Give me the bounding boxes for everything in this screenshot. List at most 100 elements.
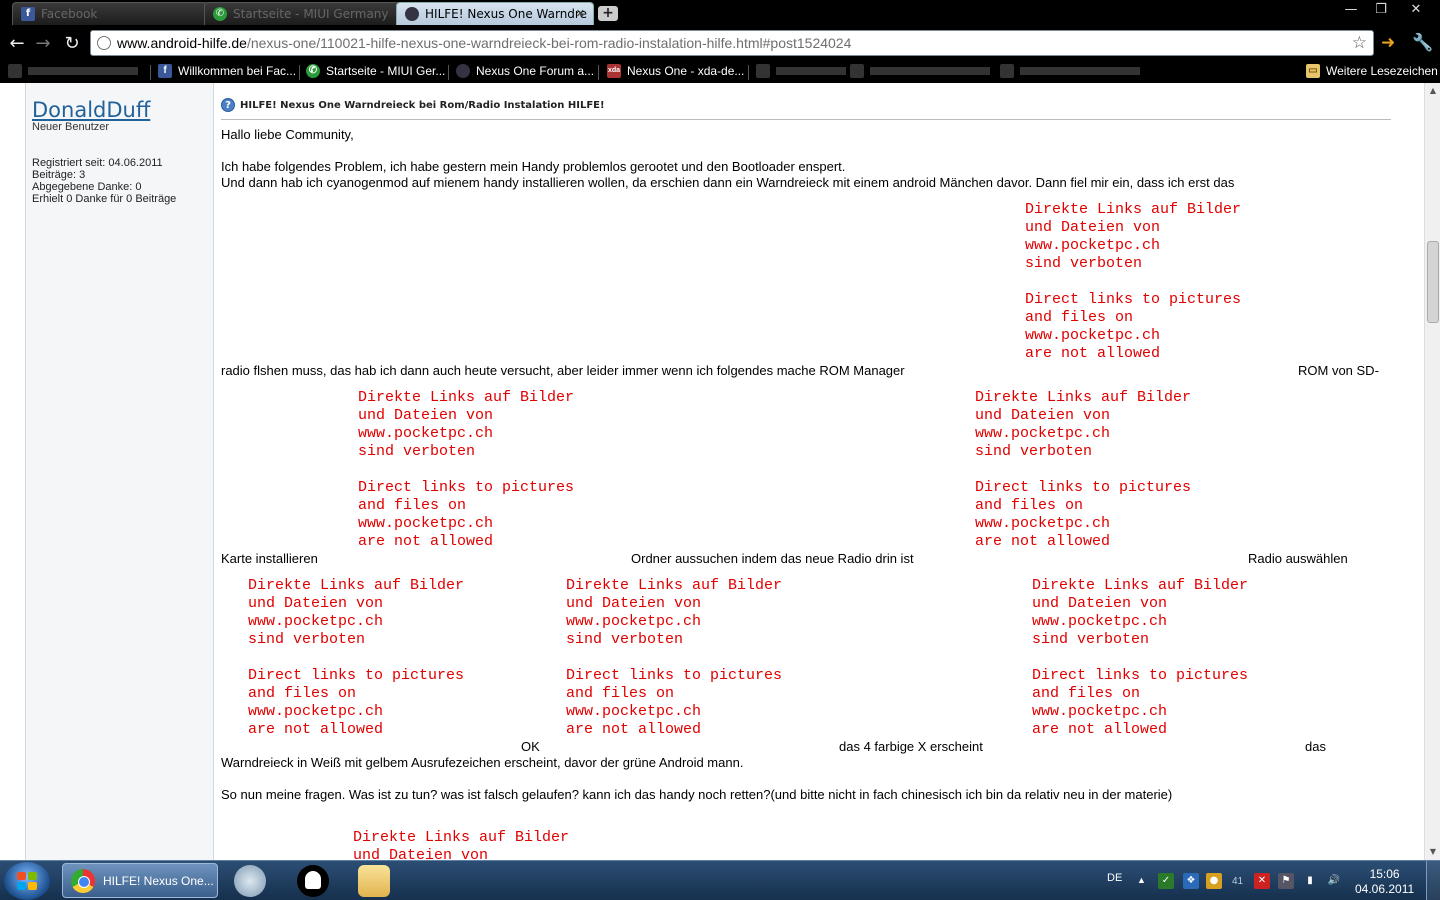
network-icon[interactable]: ▮ (1302, 873, 1318, 889)
bookmark-separator (299, 65, 300, 80)
clock-time: 15:06 (1369, 867, 1400, 881)
back-button[interactable]: ← (6, 33, 28, 55)
facebook-icon: f (158, 64, 172, 78)
blurred-bookmark-icon (756, 64, 770, 78)
blurred-bookmark-label (776, 67, 846, 75)
blurred-bookmark-label (1020, 67, 1140, 75)
windows-logo-icon (17, 872, 37, 890)
scrollbar-thumb[interactable] (1427, 241, 1439, 323)
bookmark-facebook[interactable]: f Willkommen bei Fac... (158, 64, 296, 78)
post-text-line: das 4 farbige X erscheint (839, 739, 983, 754)
bookmark-miui[interactable]: ✆ Startseite - MIUI Ger... (306, 64, 445, 78)
blocked-image-notice: Direkte Links auf Bilder und Dateien von… (358, 389, 575, 550)
blurred-bookmark-icon (8, 64, 22, 78)
other-bookmarks-folder[interactable]: ▭ Weitere Lesezeichen (1306, 64, 1438, 78)
post-user-panel: DonaldDuff Neuer Benutzer Registriert se… (26, 83, 214, 860)
tab-android-hilfe[interactable]: HILFE! Nexus One Warndre ✕ (396, 2, 594, 25)
language-indicator[interactable]: DE (1107, 872, 1122, 884)
new-tab-button[interactable]: + (598, 6, 618, 21)
windows-taskbar: HILFE! Nexus One... DE ▲ ✓ ❖ ● 41 ✕ ⚑ ▮ … (0, 860, 1440, 900)
bookmark-item[interactable] (1000, 64, 1140, 78)
bookmark-xda[interactable]: xda Nexus One - xda-de... (607, 64, 744, 78)
username-link[interactable]: DonaldDuff (32, 98, 150, 122)
bookmark-nexus-forum[interactable]: Nexus One Forum a... (456, 64, 594, 78)
post-text-line: radio flshen muss, das hab ich dann auch… (221, 363, 905, 378)
bookmark-item[interactable] (756, 64, 846, 78)
miui-icon: ✆ (213, 7, 227, 21)
bookmark-item[interactable] (8, 64, 138, 78)
nvidia-tray-icon[interactable]: ✓ (1158, 873, 1174, 889)
tray-app-icon[interactable]: ● (1206, 873, 1222, 889)
tab-facebook[interactable]: f Facebook (12, 2, 208, 25)
bookmark-item[interactable] (850, 64, 990, 78)
user-registered: Registriert seit: 04.06.2011 (32, 157, 163, 169)
forward-button[interactable]: → (32, 33, 54, 55)
reload-button[interactable]: ↻ (61, 33, 83, 55)
post-title: ? HILFE! Nexus One Warndreieck bei Rom/R… (221, 98, 605, 112)
page-viewport: DonaldDuff Neuer Benutzer Registriert se… (0, 83, 1424, 860)
show-desktop-button[interactable] (1426, 861, 1440, 900)
user-posts: Beiträge: 3 (32, 169, 86, 181)
blocked-image-notice: Direkte Links auf Bilder und Dateien von (353, 829, 570, 860)
close-tab-icon[interactable]: ✕ (576, 7, 585, 20)
clock-date: 04.06.2011 (1355, 882, 1415, 896)
user-rank: Neuer Benutzer (32, 121, 110, 133)
wrench-menu-icon[interactable]: 🔧 (1412, 33, 1433, 53)
scroll-up-arrow-icon[interactable]: ▲ (1425, 83, 1440, 99)
action-center-icon[interactable]: ⚑ (1278, 873, 1294, 889)
explorer-pinned-icon[interactable] (358, 865, 390, 897)
blurred-bookmark-label (870, 67, 990, 75)
messenger-pinned-icon[interactable] (234, 865, 266, 897)
post-greeting: Hallo liebe Community, (221, 127, 354, 142)
post-text-line: Karte installieren (221, 551, 318, 566)
user-thanks-received: Erhielt 0 Danke für 0 Beiträge (32, 193, 177, 205)
maximize-button[interactable]: ❐ (1366, 0, 1396, 20)
bookmark-separator (150, 65, 151, 80)
system-clock[interactable]: 15:06 04.06.2011 (1355, 867, 1414, 897)
blurred-bookmark-icon (850, 64, 864, 78)
tab-miui[interactable]: ✆ Startseite - MIUI Germany (204, 2, 400, 25)
bookmark-separator (448, 65, 449, 80)
forum-post: DonaldDuff Neuer Benutzer Registriert se… (25, 83, 1398, 860)
android-hilfe-icon (456, 64, 470, 78)
post-text-line: Ich habe folgendes Problem, ich habe ges… (221, 159, 846, 174)
globe-icon (97, 36, 111, 50)
tab-label: HILFE! Nexus One Warndre (425, 7, 587, 21)
blocked-image-notice: Direkte Links auf Bilder und Dateien von… (975, 389, 1192, 550)
post-text-line: OK (521, 739, 540, 754)
antivirus-tray-icon[interactable]: ✕ (1254, 873, 1270, 889)
page-scrollbar[interactable]: ▲ ▼ (1424, 83, 1440, 860)
dropbox-tray-icon[interactable]: ❖ (1183, 873, 1199, 889)
taskbar-chrome-window[interactable]: HILFE! Nexus One... (62, 863, 218, 898)
ghost-app-pinned-icon[interactable] (297, 865, 329, 897)
bookmark-star-icon[interactable]: ☆ (1352, 33, 1367, 53)
blurred-bookmark-icon (1000, 64, 1014, 78)
close-window-button[interactable]: ✕ (1396, 0, 1436, 20)
bookmark-separator (598, 65, 599, 80)
scroll-down-arrow-icon[interactable]: ▼ (1425, 844, 1440, 860)
minimize-button[interactable]: — (1336, 0, 1366, 20)
post-body: ? HILFE! Nexus One Warndreieck bei Rom/R… (215, 83, 1398, 860)
post-text-line: Warndreieck in Weiß mit gelbem Ausrufeze… (221, 755, 744, 770)
bookmark-separator (748, 65, 749, 80)
show-hidden-icons[interactable]: ▲ (1137, 875, 1146, 885)
post-text-line: So nun meine fragen. Was ist zu tun? was… (221, 787, 1173, 802)
folder-icon: ▭ (1306, 64, 1320, 78)
user-stats: Registriert seit: 04.06.2011 Beiträge: 3… (32, 157, 176, 205)
tab-label: Startseite - MIUI Germany (233, 7, 389, 21)
user-thanks-given: Abgegebene Danke: 0 (32, 181, 142, 193)
blocked-image-notice: Direkte Links auf Bilder und Dateien von… (1032, 577, 1249, 738)
question-icon: ? (221, 98, 235, 112)
miui-icon: ✆ (306, 64, 320, 78)
xda-icon: xda (607, 64, 621, 78)
post-text-line: ROM von SD- (1298, 363, 1379, 378)
title-divider (221, 119, 1391, 120)
blurred-bookmark-label (28, 67, 138, 75)
volume-icon[interactable]: 🔊 (1326, 873, 1342, 889)
start-button[interactable] (4, 862, 50, 900)
page-action-icon[interactable]: ➜ (1381, 33, 1395, 53)
address-bar[interactable]: www.android-hilfe.de/nexus-one/110021-hi… (90, 30, 1374, 56)
tab-label: Facebook (41, 7, 98, 21)
post-text-line: Und dann hab ich cyanogenmod auf mienem … (221, 175, 1235, 190)
chrome-icon (71, 868, 95, 893)
